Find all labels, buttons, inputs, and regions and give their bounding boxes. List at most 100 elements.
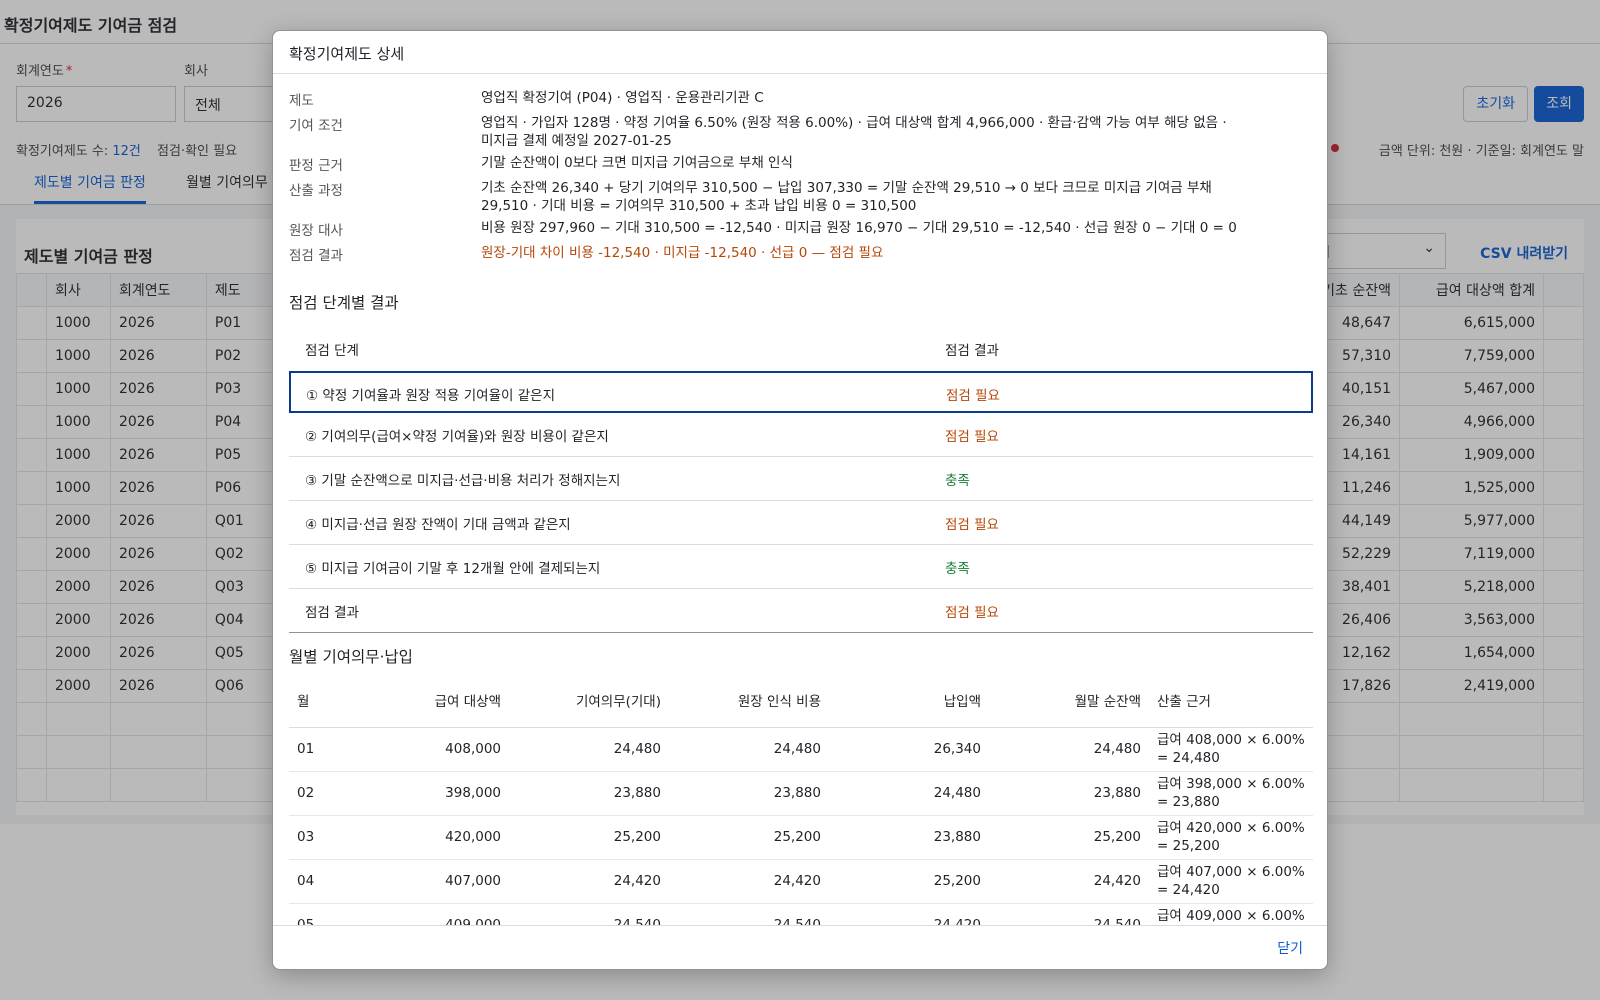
detail-value: 기말 순잔액이 0보다 크면 미지급 기여금으로 부채 인식: [481, 155, 793, 171]
step-row[interactable]: ② 기여의무(급여×약정 기여율)와 원장 비용이 같은지 점검 필요: [289, 413, 1313, 457]
cell-ledger-expense: 25,200: [669, 815, 829, 860]
dialog-body[interactable]: 제도 영업직 확정기여 (P04) · 영업직 · 운용관리기관 C 기여 조건…: [273, 75, 1327, 925]
steps-section-title: 점검 단계별 결과: [289, 294, 399, 312]
steps-total-label: 점검 결과: [305, 605, 359, 621]
step-result: 점검 필요: [945, 517, 999, 533]
step-row[interactable]: ① 약정 기여율과 원장 적용 기여율이 같은지 점검 필요: [289, 371, 1313, 413]
monthly-header: 산출 근거: [1149, 673, 1313, 728]
detail-row: 산출 과정 기초 순잔액 26,340 + 당기 기여의무 310,500 − …: [289, 179, 1249, 215]
step-label: ② 기여의무(급여×약정 기여율)와 원장 비용이 같은지: [305, 429, 609, 445]
cell-month: 02: [289, 771, 349, 816]
cell-basis: 급여 420,000 × 6.00% = 25,200: [1149, 815, 1313, 860]
step-label: ① 약정 기여율과 원장 적용 기여율이 같은지: [306, 388, 555, 404]
steps-table: 점검 단계 점검 결과 ① 약정 기여율과 원장 적용 기여율이 같은지점검 필…: [289, 327, 1313, 633]
detail-key: 판정 근거: [289, 158, 343, 174]
cell-ledger-expense: 24,420: [669, 859, 829, 904]
monthly-table: 월 급여 대상액 기여의무(기대) 원장 인식 비용 납입액 월말 순잔액 산출…: [289, 673, 1313, 925]
monthly-header: 급여 대상액: [349, 673, 509, 728]
step-label: ⑤ 미지급 기여금이 기말 후 12개월 안에 결제되는지: [305, 561, 601, 577]
cell-paid: 24,480: [829, 771, 989, 816]
monthly-row: 02 398,000 23,880 23,880 24,480 23,880 급여 398,…: [289, 771, 1313, 816]
basis-line: = 24,420: [1157, 882, 1220, 898]
step-result: 충족: [945, 561, 970, 577]
cell-payroll: 420,000: [349, 815, 509, 860]
cell-basis: 급여 408,000 × 6.00% = 24,480: [1149, 727, 1313, 772]
cell-obligation: 24,480: [509, 727, 669, 772]
detail-key: 점검 결과: [289, 248, 343, 264]
cell-closing-balance: 25,200: [989, 815, 1149, 860]
step-result: 점검 필요: [946, 388, 1000, 404]
cell-obligation: 25,200: [509, 815, 669, 860]
step-row[interactable]: ⑤ 미지급 기여금이 기말 후 12개월 안에 결제되는지 충족: [289, 545, 1313, 589]
step-row[interactable]: ④ 미지급·선급 원장 잔액이 기대 금액과 같은지 점검 필요: [289, 501, 1313, 545]
step-label: ③ 기말 순잔액으로 미지급·선급·비용 처리가 정해지는지: [305, 473, 621, 489]
cell-closing-balance: 24,480: [989, 727, 1149, 772]
cell-closing-balance: 23,880: [989, 771, 1149, 816]
monthly-row: 05 409,000 24,540 24,540 24,420 24,540 급여 409,…: [289, 903, 1313, 925]
basis-line: = 23,880: [1157, 794, 1220, 810]
steps-header: 점검 단계 점검 결과: [289, 327, 1313, 371]
detail-value: 비용 원장 297,960 − 기대 310,500 = -12,540 · 미…: [481, 220, 1237, 236]
monthly-row: 03 420,000 25,200 25,200 23,880 25,200 급여 420,…: [289, 815, 1313, 860]
basis-line: 급여 409,000 × 6.00%: [1157, 908, 1305, 924]
basis-line: = 24,480: [1157, 750, 1220, 766]
step-row[interactable]: ③ 기말 순잔액으로 미지급·선급·비용 처리가 정해지는지 충족: [289, 457, 1313, 501]
detail-list: 제도 영업직 확정기여 (P04) · 영업직 · 운용관리기관 C 기여 조건…: [289, 89, 1249, 265]
cell-payroll: 398,000: [349, 771, 509, 816]
steps-header-step: 점검 단계: [305, 343, 359, 359]
detail-key: 제도: [289, 93, 314, 109]
steps-total-row: 점검 결과 점검 필요: [289, 589, 1313, 633]
basis-line: 급여 408,000 × 6.00%: [1157, 732, 1305, 748]
steps-total-result: 점검 필요: [945, 605, 999, 621]
cell-paid: 24,420: [829, 903, 989, 925]
monthly-row: 01 408,000 24,480 24,480 26,340 24,480 급여 408,…: [289, 727, 1313, 772]
monthly-header: 기여의무(기대): [509, 673, 669, 728]
cell-paid: 26,340: [829, 727, 989, 772]
cell-payroll: 407,000: [349, 859, 509, 904]
basis-line: 급여 420,000 × 6.00%: [1157, 820, 1305, 836]
detail-dialog: 확정기여제도 상세 제도 영업직 확정기여 (P04) · 영업직 · 운용관리…: [272, 30, 1328, 970]
basis-line: 급여 407,000 × 6.00%: [1157, 864, 1305, 880]
monthly-header: 월말 순잔액: [989, 673, 1149, 728]
cell-basis: 급여 398,000 × 6.00% = 23,880: [1149, 771, 1313, 816]
cell-month: 03: [289, 815, 349, 860]
monthly-header: 원장 인식 비용: [669, 673, 829, 728]
cell-month: 01: [289, 727, 349, 772]
step-label: ④ 미지급·선급 원장 잔액이 기대 금액과 같은지: [305, 517, 571, 533]
cell-month: 05: [289, 903, 349, 925]
detail-value: 영업직 확정기여 (P04) · 영업직 · 운용관리기관 C: [481, 90, 764, 106]
steps-header-result: 점검 결과: [945, 343, 999, 359]
cell-payroll: 408,000: [349, 727, 509, 772]
cell-basis: 급여 409,000 × 6.00%= 24,540: [1149, 903, 1313, 925]
cell-payroll: 409,000: [349, 903, 509, 925]
detail-row: 판정 근거 기말 순잔액이 0보다 크면 미지급 기여금으로 부채 인식: [289, 154, 1249, 175]
cell-ledger-expense: 24,540: [669, 903, 829, 925]
dialog-title: 확정기여제도 상세: [273, 31, 1327, 74]
detail-key: 원장 대사: [289, 223, 343, 239]
basis-line: 급여 398,000 × 6.00%: [1157, 776, 1305, 792]
detail-key: 기여 조건: [289, 118, 343, 134]
detail-value: 영업직 · 가입자 128명 · 약정 기여율 6.50% (원장 적용 6.0…: [481, 115, 1227, 149]
detail-key: 산출 과정: [289, 183, 343, 199]
cell-paid: 23,880: [829, 815, 989, 860]
cell-ledger-expense: 23,880: [669, 771, 829, 816]
monthly-row: 04 407,000 24,420 24,420 25,200 24,420 급여 407,…: [289, 859, 1313, 904]
detail-value: 기초 순잔액 26,340 + 당기 기여의무 310,500 − 납입 307…: [481, 180, 1212, 214]
basis-line: = 25,200: [1157, 838, 1220, 854]
dialog-footer: 닫기: [273, 925, 1327, 969]
cell-closing-balance: 24,420: [989, 859, 1149, 904]
step-result: 충족: [945, 473, 970, 489]
close-button[interactable]: 닫기: [1277, 938, 1303, 958]
check-result-value: 원장-기대 차이 비용 -12,540 · 미지급 -12,540 · 선급 0…: [481, 245, 884, 261]
monthly-section-title: 월별 기여의무·납입: [289, 648, 413, 666]
cell-paid: 25,200: [829, 859, 989, 904]
cell-obligation: 24,420: [509, 859, 669, 904]
detail-row: 기여 조건 영업직 · 가입자 128명 · 약정 기여율 6.50% (원장 …: [289, 114, 1249, 150]
detail-row: 제도 영업직 확정기여 (P04) · 영업직 · 운용관리기관 C: [289, 89, 1249, 110]
cell-closing-balance: 24,540: [989, 903, 1149, 925]
cell-obligation: 23,880: [509, 771, 669, 816]
cell-ledger-expense: 24,480: [669, 727, 829, 772]
monthly-header: 월: [289, 673, 349, 728]
detail-row: 원장 대사 비용 원장 297,960 − 기대 310,500 = -12,5…: [289, 219, 1249, 240]
cell-month: 04: [289, 859, 349, 904]
